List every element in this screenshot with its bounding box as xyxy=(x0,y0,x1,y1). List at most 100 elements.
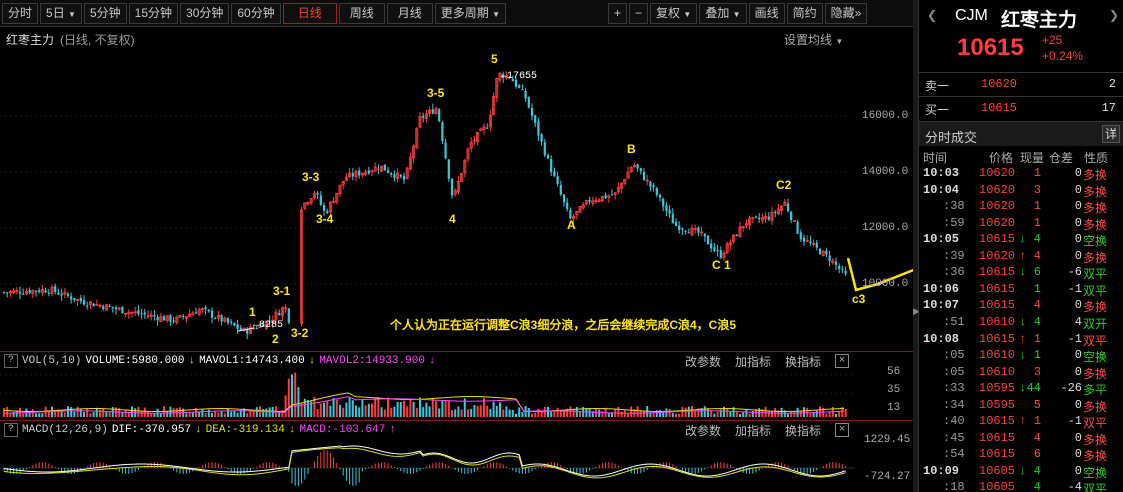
period-tab-daily[interactable]: 日线 xyxy=(282,2,337,24)
volume-bar xyxy=(486,405,489,417)
macd-tick-high: 1229.45 xyxy=(864,434,911,446)
chevron-right-icon[interactable]: ❯ xyxy=(1109,8,1119,22)
volume-bar xyxy=(451,410,453,417)
period-tab-30min[interactable]: 30分钟 xyxy=(180,2,230,24)
trade-time: :38 xyxy=(943,199,965,214)
trade-row: :36 10615 ↓ 6 -6 双平 xyxy=(919,265,1123,282)
volume-bar xyxy=(89,413,92,417)
volume-bar xyxy=(201,409,204,417)
candle-body xyxy=(684,230,687,232)
chevron-left-icon[interactable]: ❮ xyxy=(927,8,937,22)
candle-body xyxy=(678,225,681,231)
volume-bar xyxy=(342,407,345,417)
volume-bar xyxy=(188,412,191,417)
volume-bar xyxy=(358,407,361,417)
volume-bar xyxy=(319,403,322,417)
candle-body xyxy=(735,234,738,236)
vol-change-params-button[interactable]: 改参数 xyxy=(685,353,721,370)
candle-body xyxy=(22,293,25,295)
volume-bar xyxy=(627,413,629,417)
wave-label: 5 xyxy=(491,52,498,66)
candle-body xyxy=(636,164,639,169)
period-tab-5day[interactable]: 5日 ▼ xyxy=(40,2,82,24)
candle-body xyxy=(121,306,124,314)
volume-bar xyxy=(287,378,290,417)
volume-bar xyxy=(771,411,773,417)
trade-oi-change: -1 xyxy=(1067,414,1082,429)
period-tab-more[interactable]: 更多周期 ▼ xyxy=(434,2,507,24)
overlay-button[interactable]: 叠加 ▼ xyxy=(699,3,747,24)
volume-bar xyxy=(671,413,674,417)
trade-volume: 4 xyxy=(1033,248,1041,263)
volume-bar xyxy=(60,410,63,417)
trade-nature: 双平 xyxy=(1083,416,1108,431)
trade-price: 10615 xyxy=(979,232,1016,247)
volume-bar xyxy=(278,412,281,417)
candle-body xyxy=(652,185,655,188)
col-volume: 现量 xyxy=(1020,151,1045,165)
volume-bar xyxy=(105,411,108,417)
trade-price: 10620 xyxy=(979,248,1016,263)
trade-time: :40 xyxy=(943,414,965,429)
macd-switch-indicator-button[interactable]: 换指标 xyxy=(785,422,821,439)
volume-bar xyxy=(643,410,645,417)
volume-bar xyxy=(531,413,533,417)
wave-label: c3 xyxy=(852,292,866,306)
macd-panel-header: ? MACD(12,26,9) DIF:-370.957 ↓ DEA:-319.… xyxy=(0,420,913,438)
volume-bar xyxy=(691,406,693,417)
volume-bar xyxy=(223,413,226,417)
close-icon[interactable]: × xyxy=(835,354,849,368)
candle-body xyxy=(239,327,242,330)
vol-switch-indicator-button[interactable]: 换指标 xyxy=(785,353,821,370)
period-tab-weekly[interactable]: 周线 xyxy=(338,2,385,24)
zoom-out-button[interactable]: − xyxy=(629,3,649,24)
volume-bar xyxy=(518,407,521,417)
help-icon[interactable]: ? xyxy=(4,422,18,437)
volume-bar xyxy=(387,397,389,417)
volume-bar xyxy=(799,411,802,417)
volume-bar xyxy=(6,406,9,417)
period-tab-60min[interactable]: 60分钟 xyxy=(231,2,281,24)
simple-mode-button[interactable]: 简约 xyxy=(786,3,823,24)
candle-body xyxy=(140,313,143,315)
candle-body xyxy=(697,227,700,233)
period-tab-fenshi[interactable]: 分时 xyxy=(2,2,39,24)
macd-add-indicator-button[interactable]: 加指标 xyxy=(735,422,771,439)
volume-bar xyxy=(211,412,213,417)
vol-add-indicator-button[interactable]: 加指标 xyxy=(735,353,771,370)
volume-bar xyxy=(527,408,530,417)
trade-volume: 4 xyxy=(1033,430,1041,445)
volume-bar xyxy=(828,412,831,417)
price-tick-16000: 16000.0 xyxy=(862,110,909,122)
period-tab-monthly[interactable]: 月线 xyxy=(386,2,433,24)
candle-body xyxy=(524,90,527,99)
price-tick-14000: 14000.0 xyxy=(862,166,909,178)
draw-line-button[interactable]: 画线 xyxy=(748,3,785,24)
macd-indicator-name: MACD(12,26,9) xyxy=(22,423,108,436)
trades-detail-button[interactable]: 详 xyxy=(1102,125,1120,143)
period-tab-15min[interactable]: 15分钟 xyxy=(128,2,179,24)
zoom-in-button[interactable]: + xyxy=(608,3,628,24)
period-tab-5min[interactable]: 5分钟 xyxy=(83,2,127,24)
candle-body xyxy=(60,293,63,296)
macd-dea-line xyxy=(3,447,846,479)
trade-price: 10610 xyxy=(979,348,1016,363)
close-icon[interactable]: × xyxy=(835,423,849,437)
volume-bar xyxy=(694,411,697,417)
volume-bar xyxy=(252,411,255,417)
trade-row: 10:07 10615 4 0 多换 xyxy=(919,298,1123,315)
trade-volume: 1 xyxy=(1033,215,1041,230)
trade-price: 10620 xyxy=(979,182,1016,197)
candle-body xyxy=(316,193,319,195)
volume-bar xyxy=(447,400,450,417)
hide-button[interactable]: 隐藏» xyxy=(824,3,868,24)
macd-change-params-button[interactable]: 改参数 xyxy=(685,422,721,439)
volume-bar xyxy=(796,407,799,417)
volume-bar xyxy=(355,405,357,417)
adjust-button[interactable]: 复权 ▼ xyxy=(650,3,698,24)
help-icon[interactable]: ? xyxy=(4,353,18,368)
volume-bar xyxy=(166,411,169,417)
volume-bar xyxy=(230,411,233,417)
wave-label: 3-3 xyxy=(302,170,320,184)
volume-bar xyxy=(396,401,399,417)
